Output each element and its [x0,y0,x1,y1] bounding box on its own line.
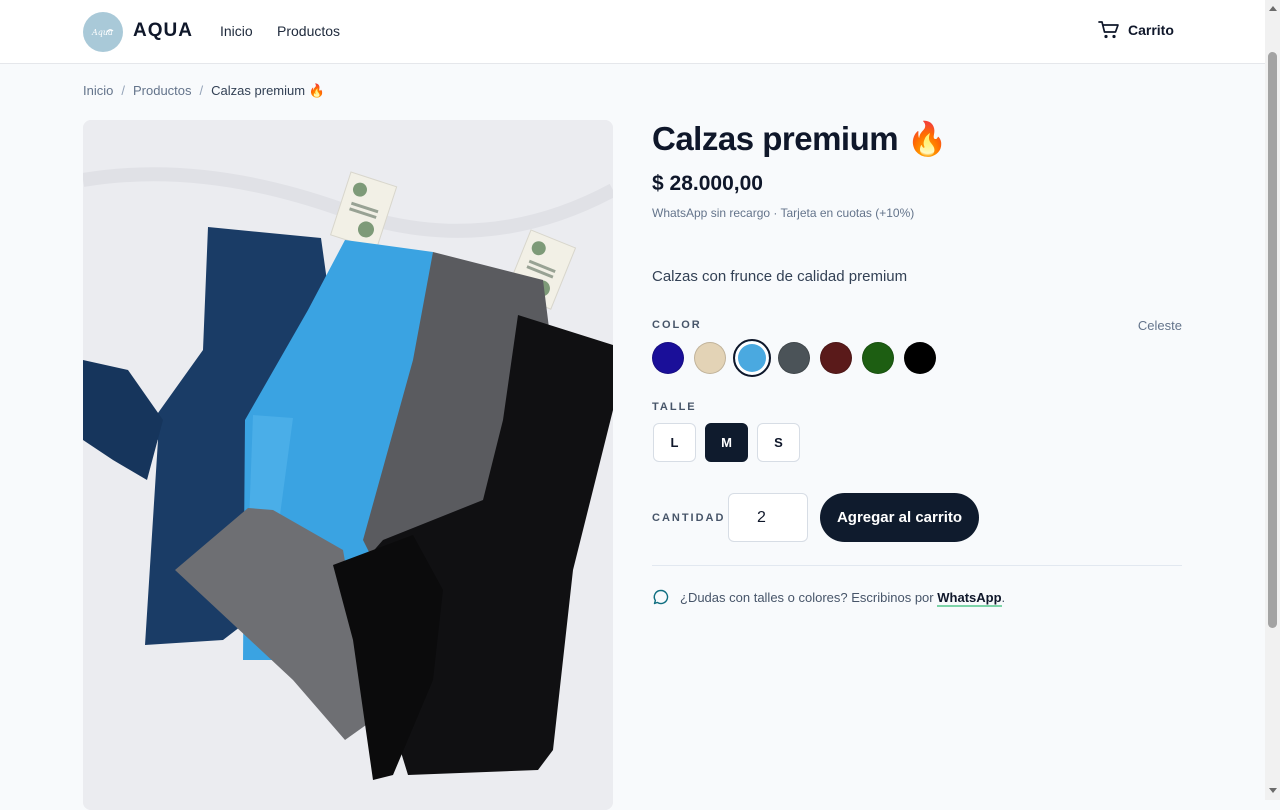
color-swatch-7[interactable] [904,342,936,374]
whatsapp-link[interactable]: WhatsApp [937,589,1002,607]
breadcrumb-productos[interactable]: Productos [133,83,192,99]
help-text: ¿Dudas con talles o colores? Escribinos … [680,589,934,605]
nav-productos[interactable]: Productos [277,23,340,39]
selected-color-name: Celeste [1137,318,1182,333]
whatsapp-help: ¿Dudas con talles o colores? Escribinos … [652,588,1006,607]
size-button-m[interactable]: M [705,423,748,462]
cart-icon [1098,21,1119,39]
size-label: TALLE [652,401,697,413]
color-swatch-5[interactable] [820,342,852,374]
size-button-s[interactable]: S [757,423,800,462]
divider [652,565,1182,566]
scroll-thumb[interactable] [1268,52,1277,628]
product-price: $ 28.000,00 [652,172,763,195]
scroll-up-arrow-icon[interactable] [1269,6,1277,11]
add-to-cart-button[interactable]: Agregar al carrito [820,493,979,542]
breadcrumb: Inicio / Productos / Calzas premium 🔥 [83,83,325,99]
breadcrumb-current: Calzas premium 🔥 [211,83,325,98]
scroll-down-arrow-icon[interactable] [1269,788,1277,793]
leggings-photo-icon [83,120,613,810]
brand-name[interactable]: AQUA [133,20,193,42]
breadcrumb-inicio[interactable]: Inicio [83,83,113,99]
chat-bubble-icon [653,589,669,605]
logo-icon: Aqua [91,28,114,37]
product-image[interactable] [83,120,613,810]
quantity-input[interactable] [728,493,808,542]
product-description: Calzas con frunce de calidad premium [652,268,908,285]
site-header: Aqua AQUA Inicio Productos Carrito [0,0,1265,64]
color-swatch-3[interactable] [733,339,771,377]
help-suffix: . [1001,589,1006,605]
breadcrumb-separator: / [199,83,204,98]
page-scrollbar[interactable] [1265,0,1280,800]
cart-button[interactable]: Carrito [1098,20,1174,40]
color-swatch-2[interactable] [694,342,726,374]
quantity-label: CANTIDAD [652,512,726,524]
size-button-l[interactable]: L [653,423,696,462]
breadcrumb-separator: / [121,83,125,98]
cart-label: Carrito [1128,22,1174,38]
color-swatch-6[interactable] [862,342,894,374]
color-label: COLOR [652,319,702,331]
product-title: Calzas premium 🔥 [652,120,948,157]
logo[interactable]: Aqua [83,12,123,52]
color-swatch-4[interactable] [778,342,810,374]
nav-inicio[interactable]: Inicio [220,23,253,39]
color-swatch-1[interactable] [652,342,684,374]
payment-note: WhatsApp sin recargo · Tarjeta en cuotas… [652,206,915,220]
